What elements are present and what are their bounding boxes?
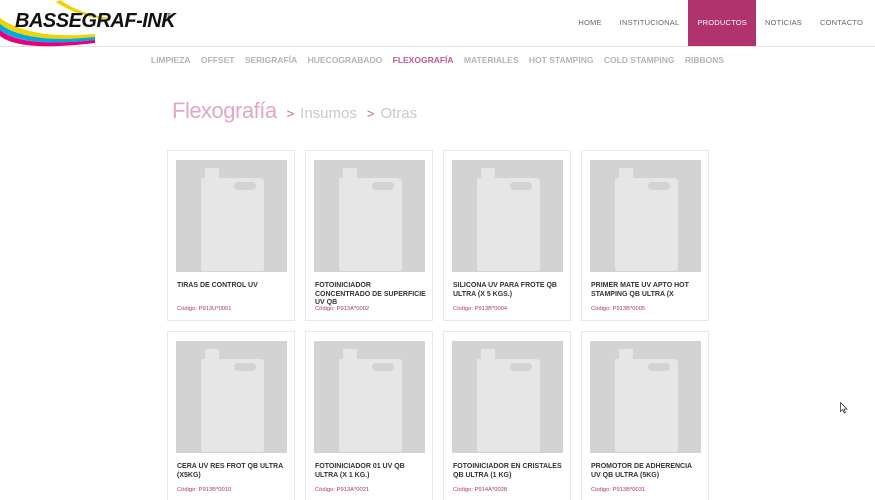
product-card[interactable]: FOTOINICIADOR CONCENTRADO DE SUPERFICIE … (305, 150, 433, 321)
nav-item-contacto[interactable]: CONTACTO (811, 0, 872, 46)
product-card[interactable]: FOTOINICIADOR 01 UV QB ULTRA (X 1 KG.) C… (305, 331, 433, 500)
product-title[interactable]: CERA UV RES FROT QB ULTRA (X5KG) (177, 463, 289, 480)
product-image[interactable] (452, 160, 563, 272)
product-title[interactable]: FOTOINICIADOR 01 UV QB ULTRA (X 1 KG.) (315, 463, 427, 480)
registered-mark: ® (166, 12, 172, 21)
category-offset[interactable]: OFFSET (201, 55, 235, 65)
product-title[interactable]: FOTOINICIADOR CONCENTRADO DE SUPERFICIE … (315, 282, 427, 308)
jerrycan-placeholder-icon (477, 349, 540, 452)
product-code: Código: P914A*0028 (453, 487, 508, 493)
category-nav: LIMPIEZA OFFSET SERIGRAFÍA HUECOGRABADO … (0, 55, 875, 65)
main-nav: HOME INSTITUCIONAL PRODUCTOS NOTICIAS CO… (569, 0, 872, 46)
product-code: Código: P913B*0005 (591, 306, 646, 312)
product-code: Código: P913B*0031 (591, 487, 646, 493)
product-card[interactable]: PROMOTOR DE ADHERENCIA UV QB ULTRA (5KG)… (581, 331, 709, 500)
jerrycan-placeholder-icon (339, 349, 402, 452)
product-card[interactable]: PRIMER MATE UV APTO HOT STAMPING QB ULTR… (581, 150, 709, 321)
product-image[interactable] (314, 341, 425, 453)
jerrycan-placeholder-icon (201, 349, 264, 452)
product-image[interactable] (176, 341, 287, 453)
breadcrumb-insumos[interactable]: Insumos (300, 105, 357, 122)
product-image[interactable] (314, 160, 425, 272)
category-ribbons[interactable]: RIBBONS (685, 55, 724, 65)
breadcrumb-main[interactable]: Flexografía (172, 98, 277, 124)
brand-logo[interactable]: BASSEGRAF-INK ® (0, 0, 190, 47)
breadcrumb-otras: Otras (380, 105, 418, 122)
product-code: Código: P913A*0021 (315, 487, 370, 493)
product-image[interactable] (452, 341, 563, 453)
product-card[interactable]: FOTOINICIADOR EN CRISTALES QB ULTRA (1 K… (443, 331, 571, 500)
breadcrumb-separator: > (366, 106, 375, 121)
product-image[interactable] (176, 160, 287, 272)
brand-name: BASSEGRAF-INK (15, 10, 176, 32)
product-title[interactable]: FOTOINICIADOR EN CRISTALES QB ULTRA (1 K… (453, 463, 565, 480)
category-hot-stamping[interactable]: HOT STAMPING (529, 55, 594, 65)
product-code: Código: P913A*0002 (315, 306, 370, 312)
nav-item-home[interactable]: HOME (569, 0, 610, 46)
category-huecograbado[interactable]: HUECOGRABADO (308, 55, 383, 65)
product-image[interactable] (590, 160, 701, 272)
product-title[interactable]: SILICONA UV PARA FROTE QB ULTRA (X 5 KGS… (453, 282, 565, 299)
nav-item-institucional[interactable]: INSTITUCIONAL (611, 0, 689, 46)
jerrycan-placeholder-icon (615, 349, 678, 452)
breadcrumb-separator: > (286, 106, 295, 121)
product-image[interactable] (590, 341, 701, 453)
mouse-cursor-icon (840, 402, 848, 414)
jerrycan-placeholder-icon (339, 168, 402, 271)
product-card[interactable]: SILICONA UV PARA FROTE QB ULTRA (X 5 KGS… (443, 150, 571, 321)
category-materiales[interactable]: MATERIALES (464, 55, 519, 65)
product-title[interactable]: TIRAS DE CONTROL UV (177, 282, 289, 291)
nav-item-noticias[interactable]: NOTICIAS (756, 0, 811, 46)
jerrycan-placeholder-icon (201, 168, 264, 271)
category-limpieza[interactable]: LIMPIEZA (151, 55, 191, 65)
jerrycan-placeholder-icon (615, 168, 678, 271)
product-title[interactable]: PROMOTOR DE ADHERENCIA UV QB ULTRA (5KG) (591, 463, 703, 480)
product-code: Código: P913U*0001 (177, 306, 232, 312)
breadcrumb: Flexografía > Insumos > Otras (172, 98, 417, 124)
site-header: BASSEGRAF-INK ® HOME INSTITUCIONAL PRODU… (0, 0, 875, 47)
category-flexografia[interactable]: FLEXOGRAFÍA (393, 55, 454, 65)
category-cold-stamping[interactable]: COLD STAMPING (604, 55, 675, 65)
product-code: Código: P913B*0004 (453, 306, 508, 312)
product-code: Código: P913B*0010 (177, 487, 232, 493)
category-serigrafia[interactable]: SERIGRAFÍA (245, 55, 297, 65)
product-card[interactable]: CERA UV RES FROT QB ULTRA (X5KG) Código:… (167, 331, 295, 500)
product-title[interactable]: PRIMER MATE UV APTO HOT STAMPING QB ULTR… (591, 282, 703, 299)
jerrycan-placeholder-icon (477, 168, 540, 271)
product-card[interactable]: TIRAS DE CONTROL UV Código: P913U*0001 (167, 150, 295, 321)
nav-item-productos[interactable]: PRODUCTOS (688, 0, 756, 46)
product-grid: TIRAS DE CONTROL UV Código: P913U*0001 F… (167, 150, 712, 500)
